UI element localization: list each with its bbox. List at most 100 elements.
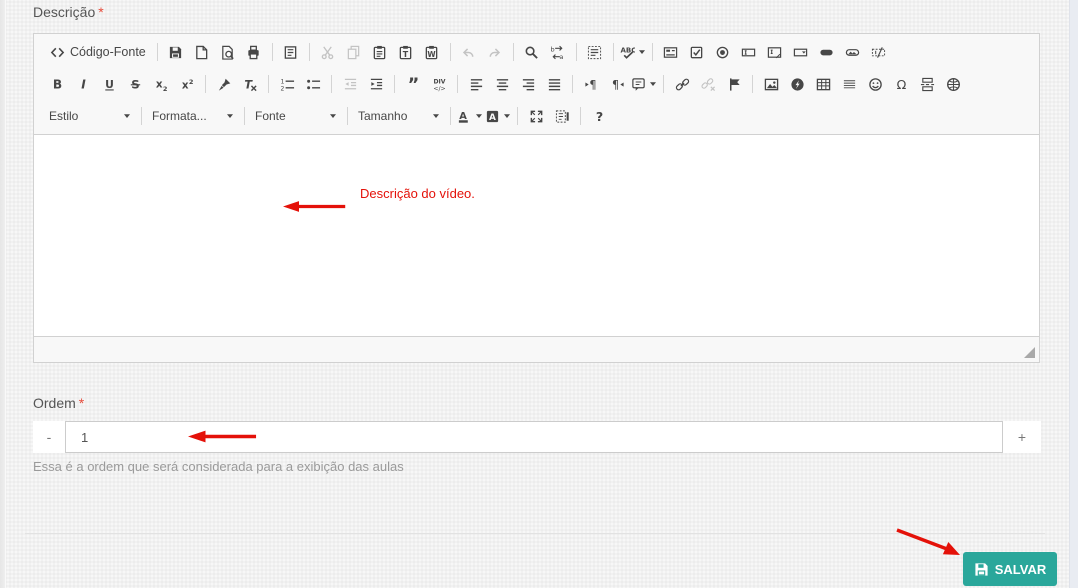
save-button-label: SALVAR bbox=[994, 561, 1047, 577]
outdent-button[interactable] bbox=[338, 72, 362, 96]
toolbar-separator bbox=[457, 75, 458, 93]
image-button[interactable] bbox=[759, 72, 783, 96]
subscript-button[interactable]: x2 bbox=[149, 72, 173, 96]
increment-button[interactable]: + bbox=[1003, 421, 1041, 453]
remove-format-icon: T bbox=[243, 77, 258, 92]
anchor-button[interactable] bbox=[722, 72, 746, 96]
maximize-button[interactable] bbox=[524, 104, 548, 128]
language-button[interactable] bbox=[631, 72, 657, 96]
text-color-icon: A bbox=[457, 109, 472, 124]
new-page-button[interactable] bbox=[190, 40, 214, 64]
iframe-icon bbox=[946, 77, 961, 92]
paste-word-button[interactable]: W bbox=[420, 40, 444, 64]
replace-button[interactable]: ba bbox=[546, 40, 570, 64]
bulleted-list-button[interactable] bbox=[301, 72, 325, 96]
copy-button[interactable] bbox=[342, 40, 366, 64]
align-right-button[interactable] bbox=[516, 72, 540, 96]
bidi-rtl-button[interactable]: ¶ bbox=[605, 72, 629, 96]
hidden-field-button[interactable] bbox=[867, 40, 891, 64]
toolbar-separator bbox=[512, 43, 514, 61]
italic-button[interactable]: I bbox=[71, 72, 95, 96]
preview-button[interactable] bbox=[216, 40, 240, 64]
dropdown-caret-icon bbox=[475, 112, 483, 120]
justify-button[interactable] bbox=[542, 72, 566, 96]
size-combo[interactable]: Tamanho bbox=[354, 104, 444, 128]
resize-handle-icon[interactable] bbox=[1024, 347, 1035, 358]
show-blocks-button[interactable] bbox=[550, 104, 574, 128]
find-button[interactable] bbox=[520, 40, 544, 64]
editor-content-area[interactable] bbox=[34, 135, 1039, 336]
align-center-button[interactable] bbox=[490, 72, 514, 96]
form-button[interactable] bbox=[659, 40, 683, 64]
paste-button[interactable] bbox=[368, 40, 392, 64]
select-field-button[interactable] bbox=[789, 40, 813, 64]
toolbar-separator bbox=[580, 107, 581, 125]
horizontal-rule-button[interactable] bbox=[837, 72, 861, 96]
templates-button[interactable] bbox=[279, 40, 303, 64]
superscript-button[interactable]: x2 bbox=[175, 72, 199, 96]
blockquote-icon: ” bbox=[406, 77, 421, 92]
flash-icon bbox=[790, 77, 805, 92]
special-char-button[interactable]: Ω bbox=[889, 72, 913, 96]
blockquote-button[interactable]: ” bbox=[401, 72, 425, 96]
bidi-ltr-button[interactable]: ¶ bbox=[579, 72, 603, 96]
footer-divider bbox=[25, 533, 1045, 534]
div-container-icon: DIV </> bbox=[432, 77, 447, 91]
page-break-button[interactable] bbox=[915, 72, 939, 96]
toolbar-separator bbox=[268, 75, 269, 93]
select-all-icon bbox=[587, 45, 602, 60]
source-button[interactable]: Código-Fonte bbox=[45, 40, 151, 64]
print-button[interactable] bbox=[242, 40, 266, 64]
dropdown-caret-icon bbox=[649, 80, 657, 88]
dropdown-caret-icon bbox=[638, 48, 646, 56]
text-field-button[interactable] bbox=[737, 40, 761, 64]
smiley-button[interactable] bbox=[863, 72, 887, 96]
button-field-button[interactable] bbox=[815, 40, 839, 64]
select-all-button[interactable] bbox=[583, 40, 607, 64]
checkbox-button[interactable] bbox=[685, 40, 709, 64]
size-combo-label: Tamanho bbox=[358, 109, 408, 123]
cut-button[interactable] bbox=[316, 40, 340, 64]
bold-icon: B bbox=[50, 77, 65, 92]
div-container-button[interactable]: DIV </> bbox=[427, 72, 451, 96]
save-button[interactable] bbox=[164, 40, 188, 64]
text-color-button[interactable]: A bbox=[457, 104, 483, 128]
link-button[interactable] bbox=[670, 72, 694, 96]
about-button[interactable]: ? bbox=[587, 104, 611, 128]
svg-text:2: 2 bbox=[162, 84, 167, 91]
align-right-icon bbox=[521, 77, 536, 92]
svg-text:b: b bbox=[551, 45, 555, 53]
decrement-button[interactable]: - bbox=[33, 421, 65, 453]
indent-button[interactable] bbox=[364, 72, 388, 96]
iframe-button[interactable] bbox=[941, 72, 965, 96]
image-button-button[interactable] bbox=[841, 40, 865, 64]
spell-check-button[interactable]: ABC bbox=[620, 40, 646, 64]
format-combo[interactable]: Formata... bbox=[148, 104, 238, 128]
anchor-icon bbox=[727, 77, 742, 92]
flash-button[interactable] bbox=[785, 72, 809, 96]
underline-button[interactable]: U bbox=[97, 72, 121, 96]
description-label: Descrição * bbox=[33, 4, 104, 20]
bg-color-button[interactable]: A bbox=[485, 104, 511, 128]
radio-button[interactable] bbox=[711, 40, 735, 64]
copy-formatting-button[interactable] bbox=[212, 72, 236, 96]
redo-button[interactable] bbox=[483, 40, 507, 64]
source-icon bbox=[50, 45, 65, 60]
toolbar-separator bbox=[271, 43, 273, 61]
remove-format-button[interactable]: T bbox=[238, 72, 262, 96]
style-combo[interactable]: Estilo bbox=[45, 104, 135, 128]
superscript-icon: x2 bbox=[180, 77, 195, 92]
table-button[interactable] bbox=[811, 72, 835, 96]
numbered-list-button[interactable]: 12 bbox=[275, 72, 299, 96]
svg-text:A: A bbox=[489, 112, 496, 122]
undo-button[interactable] bbox=[457, 40, 481, 64]
paste-text-button[interactable]: T bbox=[394, 40, 418, 64]
strikethrough-button[interactable]: S bbox=[123, 72, 147, 96]
font-combo[interactable]: Fonte bbox=[251, 104, 341, 128]
bold-button[interactable]: B bbox=[45, 72, 69, 96]
textarea-button[interactable] bbox=[763, 40, 787, 64]
align-left-button[interactable] bbox=[464, 72, 488, 96]
svg-text:W: W bbox=[428, 50, 437, 59]
save-button[interactable]: SALVAR bbox=[963, 552, 1057, 586]
unlink-button[interactable] bbox=[696, 72, 720, 96]
